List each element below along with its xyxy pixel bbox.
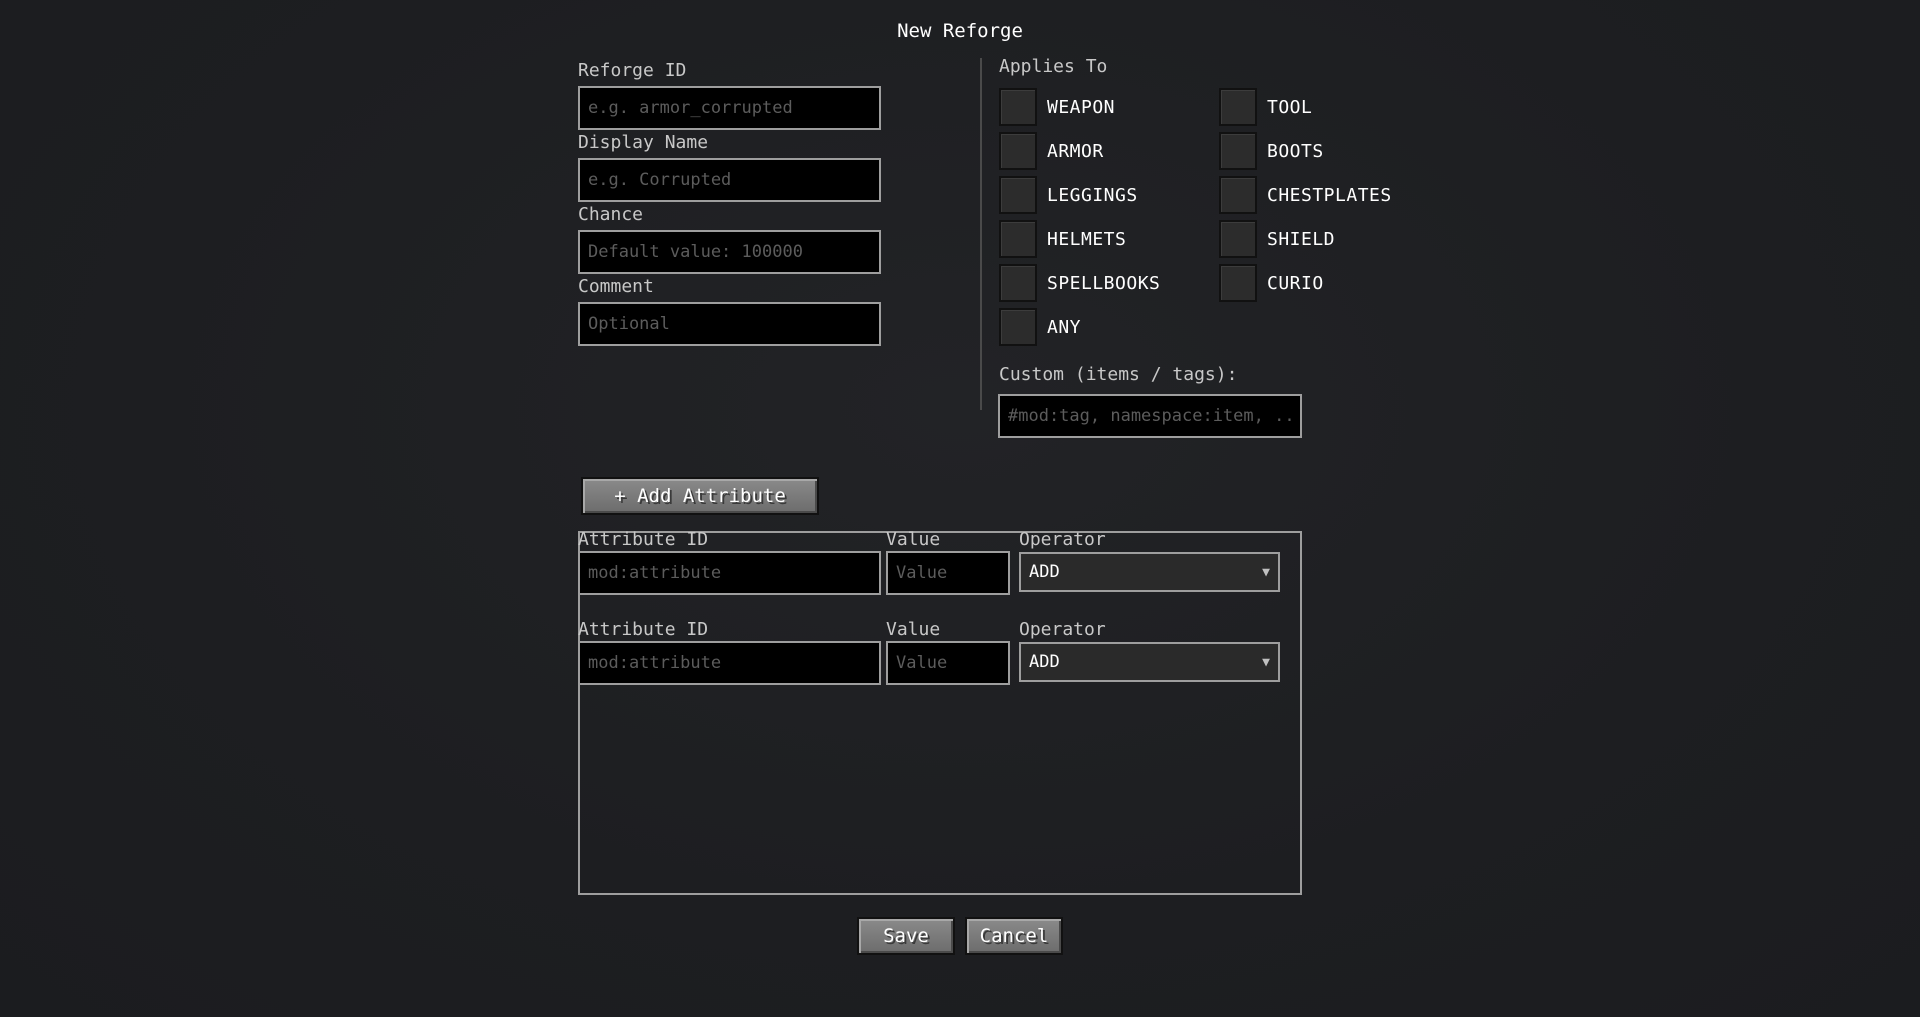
- checkbox-label: ARMOR: [1047, 140, 1104, 162]
- attribute-value-input[interactable]: [888, 643, 1008, 683]
- checkbox-box[interactable]: [1219, 264, 1257, 302]
- dropdown-arrow-icon: ▼: [1262, 654, 1270, 670]
- attribute-id-label: Attribute ID: [578, 529, 709, 550]
- attribute-id-label: Attribute ID: [578, 619, 709, 640]
- chance-label: Chance: [578, 204, 644, 225]
- checkbox-helmets[interactable]: HELMETS: [999, 220, 1126, 258]
- attribute-operator-label: Operator: [1019, 619, 1106, 640]
- reforge-id-input[interactable]: [580, 88, 879, 128]
- checkbox-label: BOOTS: [1267, 140, 1324, 162]
- applies-to-label: Applies To: [999, 56, 1108, 77]
- cancel-button[interactable]: Cancel: [965, 917, 1063, 955]
- checkbox-shield[interactable]: SHIELD: [1219, 220, 1335, 258]
- checkbox-label: CHESTPLATES: [1267, 184, 1392, 206]
- custom-items-field[interactable]: [998, 394, 1302, 438]
- checkbox-any[interactable]: ANY: [999, 308, 1081, 346]
- save-button[interactable]: Save: [857, 917, 955, 955]
- attribute-value-label: Value: [886, 529, 941, 550]
- checkbox-weapon[interactable]: WEAPON: [999, 88, 1115, 126]
- checkbox-armor[interactable]: ARMOR: [999, 132, 1104, 170]
- checkbox-box[interactable]: [999, 264, 1037, 302]
- checkbox-box[interactable]: [999, 220, 1037, 258]
- attribute-value-field[interactable]: [886, 641, 1010, 685]
- comment-field[interactable]: [578, 302, 881, 346]
- comment-label: Comment: [578, 276, 654, 297]
- attribute-id-field[interactable]: [578, 551, 881, 595]
- dropdown-arrow-icon: ▼: [1262, 564, 1270, 580]
- attribute-value-input[interactable]: [888, 553, 1008, 593]
- checkbox-chestplates[interactable]: CHESTPLATES: [1219, 176, 1392, 214]
- reforge-id-field[interactable]: [578, 86, 881, 130]
- reforge-editor-screen: New Reforge Reforge ID Display Name Chan…: [0, 0, 1920, 1017]
- checkbox-box[interactable]: [999, 132, 1037, 170]
- attribute-id-input[interactable]: [580, 643, 879, 683]
- operator-dropdown[interactable]: ADD ▼: [1019, 552, 1280, 592]
- attribute-operator-label: Operator: [1019, 529, 1106, 550]
- attribute-value-field[interactable]: [886, 551, 1010, 595]
- checkbox-box[interactable]: [999, 176, 1037, 214]
- chance-input[interactable]: [580, 232, 879, 272]
- custom-items-input[interactable]: [1000, 396, 1300, 436]
- checkbox-box[interactable]: [1219, 88, 1257, 126]
- display-name-input[interactable]: [580, 160, 879, 200]
- checkbox-label: ANY: [1047, 316, 1082, 338]
- checkbox-tool[interactable]: TOOL: [1219, 88, 1312, 126]
- chance-field[interactable]: [578, 230, 881, 274]
- reforge-id-label: Reforge ID: [578, 60, 687, 81]
- checkbox-label: LEGGINGS: [1047, 184, 1138, 206]
- attribute-value-label: Value: [886, 619, 941, 640]
- checkbox-label: WEAPON: [1047, 96, 1116, 118]
- attribute-id-field[interactable]: [578, 641, 881, 685]
- operator-selected-value: ADD: [1029, 652, 1060, 672]
- checkbox-box[interactable]: [1219, 176, 1257, 214]
- checkbox-box[interactable]: [999, 308, 1037, 346]
- checkbox-label: HELMETS: [1047, 228, 1127, 250]
- checkbox-curio[interactable]: CURIO: [1219, 264, 1324, 302]
- display-name-field[interactable]: [578, 158, 881, 202]
- operator-dropdown[interactable]: ADD ▼: [1019, 642, 1280, 682]
- column-divider: [980, 58, 982, 410]
- custom-items-label: Custom (items / tags):: [999, 364, 1238, 385]
- checkbox-box[interactable]: [1219, 132, 1257, 170]
- checkbox-leggings[interactable]: LEGGINGS: [999, 176, 1138, 214]
- checkbox-box[interactable]: [999, 88, 1037, 126]
- checkbox-box[interactable]: [1219, 220, 1257, 258]
- checkbox-label: TOOL: [1267, 96, 1313, 118]
- checkbox-label: SPELLBOOKS: [1047, 272, 1161, 294]
- attribute-id-input[interactable]: [580, 553, 879, 593]
- checkbox-label: CURIO: [1267, 272, 1324, 294]
- checkbox-spellbooks[interactable]: SPELLBOOKS: [999, 264, 1160, 302]
- comment-input[interactable]: [580, 304, 879, 344]
- page-title: New Reforge: [897, 20, 1023, 42]
- display-name-label: Display Name: [578, 132, 709, 153]
- checkbox-label: SHIELD: [1267, 228, 1336, 250]
- checkbox-boots[interactable]: BOOTS: [1219, 132, 1324, 170]
- operator-selected-value: ADD: [1029, 562, 1060, 582]
- add-attribute-button[interactable]: + Add Attribute: [581, 477, 819, 515]
